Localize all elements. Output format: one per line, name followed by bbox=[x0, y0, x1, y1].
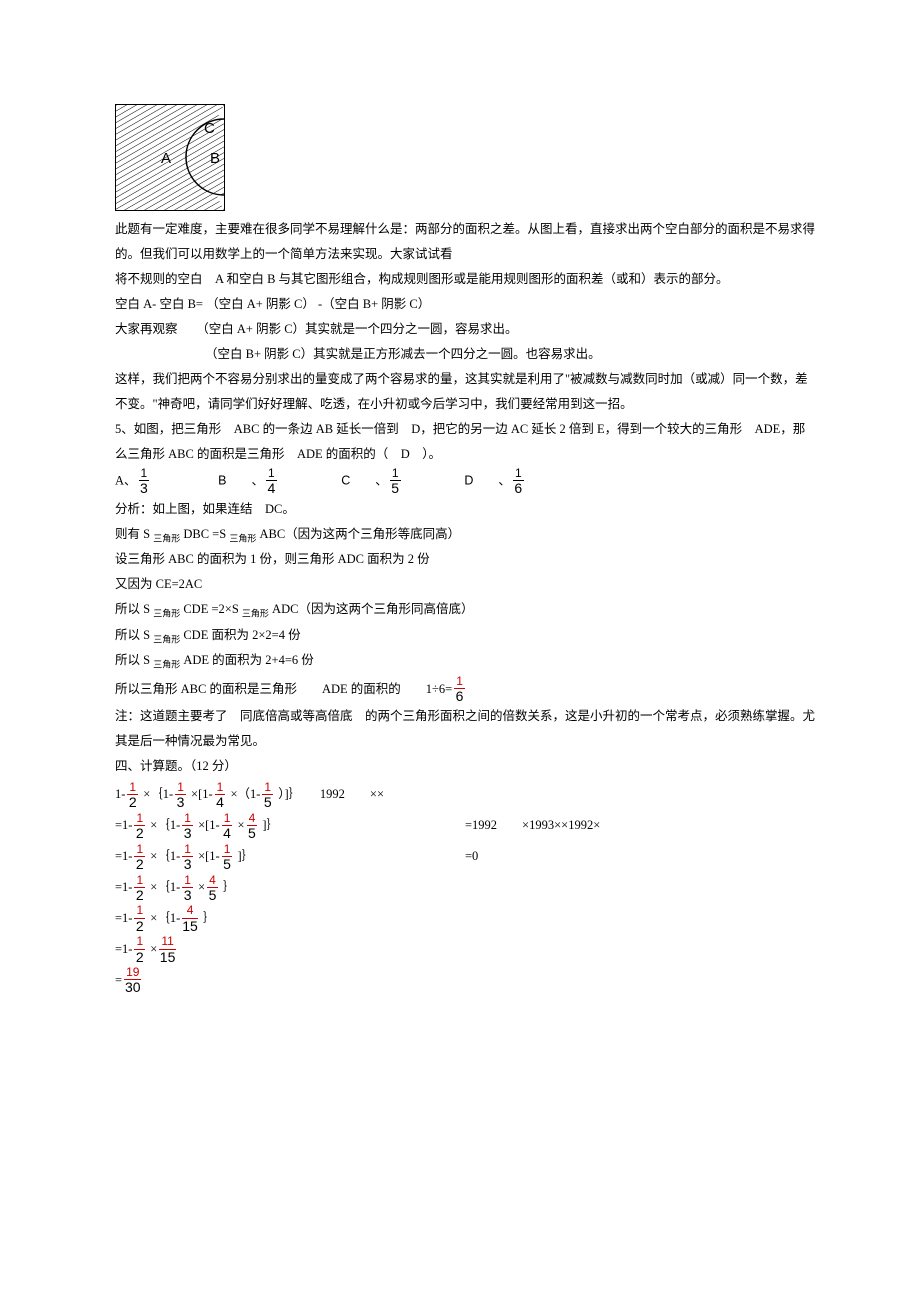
question-5: 5、如图，把三角形 ABC 的一条边 AB 延长一倍到 D，把它的另一边 AC … bbox=[115, 417, 815, 467]
analysis-8: 所以三角形 ABC 的面积是三角形 ADE 的面积的 1÷6=16 bbox=[115, 674, 815, 705]
analysis-6: 所以 S 三角形 CDE 面积为 2×2=4 份 bbox=[115, 623, 815, 649]
calc-block: 1-12 ×｛1-13 ×[1-14 ×（1-15 ）]｝ 1992 ×× =1… bbox=[115, 779, 815, 995]
options: A、13 B 、14 C 、15 D 、16 bbox=[115, 467, 815, 497]
section-4: 四、计算题。（12 分） bbox=[115, 754, 815, 779]
explain-1: 此题有一定难度，主要难在很多同学不易理解什么是：两部分的面积之差。从图上看，直接… bbox=[115, 217, 815, 267]
explain-3: 空白 A- 空白 B= （空白 A+ 阴影 C） -（空白 B+ 阴影 C） bbox=[115, 292, 815, 317]
calc-line-3: =1-12 ×｛1-13 ×[1-15 ]｝ bbox=[115, 841, 465, 872]
label-b: B bbox=[210, 150, 220, 167]
analysis-1: 分析：如上图，如果连结 DC。 bbox=[115, 497, 815, 522]
calc-line-6: =1-12 ×1115 bbox=[115, 934, 815, 965]
explain-4: 大家再观察 （空白 A+ 阴影 C）其实就是一个四分之一圆，容易求出。 bbox=[115, 317, 815, 342]
note: 注：这道题主要考了 同底倍高或等高倍底 的两个三角形面积之间的倍数关系，这是小升… bbox=[115, 704, 815, 754]
label-c: C bbox=[204, 120, 215, 137]
calc-line-5: =1-12 ×｛1-415 ｝ bbox=[115, 903, 815, 934]
geometry-diagram: A B C bbox=[115, 104, 225, 211]
calc-line-2: =1-12 ×｛1-13 ×[1-14 ×45 ]｝ bbox=[115, 810, 465, 841]
analysis-7: 所以 S 三角形 ADE 的面积为 2+4=6 份 bbox=[115, 648, 815, 674]
calc-line-1: 1-12 ×｛1-13 ×[1-14 ×（1-15 ）]｝ 1992 ×× bbox=[115, 779, 815, 810]
calc-line-2b: =1992 ×1993××1992× bbox=[465, 810, 815, 840]
calc-line-7: =1930 bbox=[115, 965, 815, 996]
explain-2: 将不规则的空白 A 和空白 B 与其它图形组合，构成规则图形或是能用规则图形的面… bbox=[115, 267, 815, 292]
analysis-4: 又因为 CE=2AC bbox=[115, 572, 815, 597]
explain-6: 这样，我们把两个不容易分别求出的量变成了两个容易求的量，这其实就是利用了"被减数… bbox=[115, 367, 815, 417]
analysis-3: 设三角形 ABC 的面积为 1 份，则三角形 ADC 面积为 2 份 bbox=[115, 547, 815, 572]
analysis-2: 则有 S 三角形 DBC =S 三角形 ABC（因为这两个三角形等底同高） bbox=[115, 522, 815, 548]
calc-line-4: =1-12 ×｛1-13 ×45 ｝ bbox=[115, 872, 815, 903]
label-a: A bbox=[161, 150, 171, 167]
calc-line-3b: =0 bbox=[465, 841, 815, 871]
explain-5: （空白 B+ 阴影 C）其实就是正方形减去一个四分之一圆。也容易求出。 bbox=[115, 342, 815, 367]
analysis-5: 所以 S 三角形 CDE =2×S 三角形 ADC（因为这两个三角形同高倍底） bbox=[115, 597, 815, 623]
